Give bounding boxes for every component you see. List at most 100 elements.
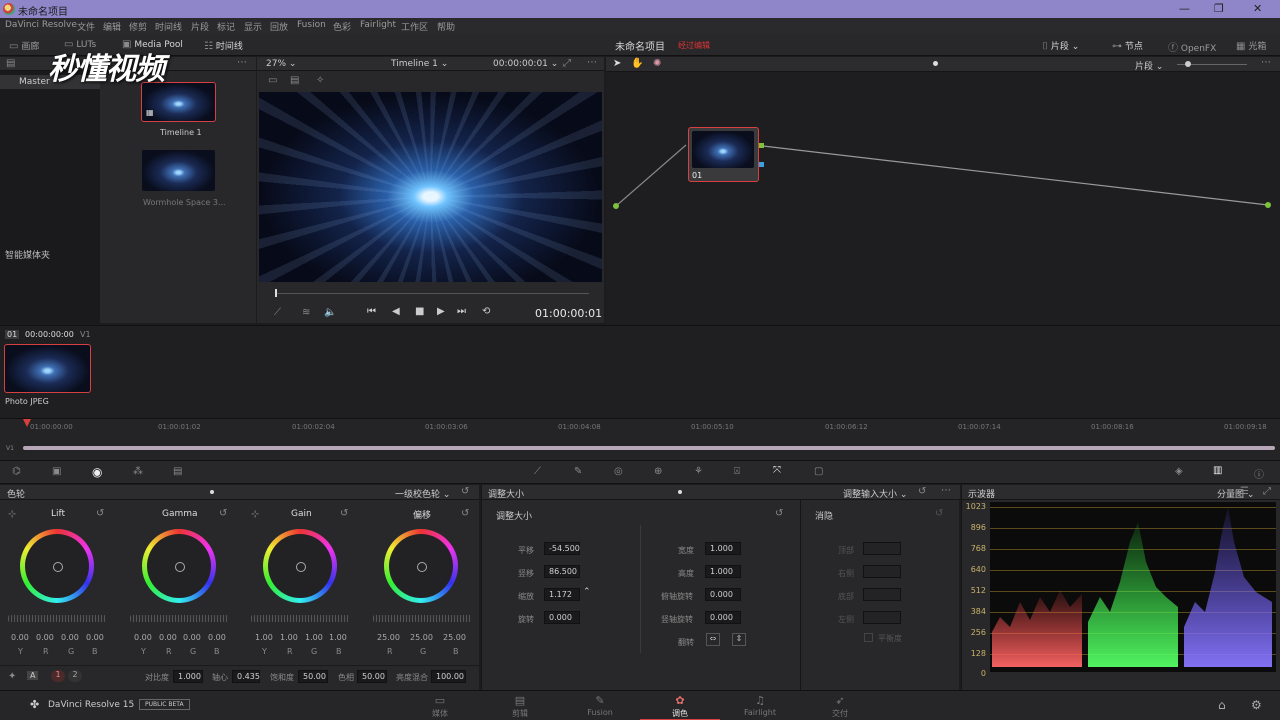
- yaw-field[interactable]: 0.000: [705, 611, 741, 624]
- settings-icon[interactable]: ⚙: [1251, 698, 1262, 712]
- page-2-button[interactable]: 2: [68, 670, 82, 682]
- curves-icon[interactable]: ⟋: [534, 466, 541, 477]
- flip-horizontal-icon[interactable]: ⇔: [706, 633, 720, 646]
- sizing-mode-dropdown[interactable]: 调整输入大小 ⌄: [843, 487, 907, 500]
- single-view-icon[interactable]: ▭: [268, 75, 277, 86]
- blank-top-field[interactable]: [863, 542, 901, 555]
- lift-picker-icon[interactable]: ⊹: [8, 509, 16, 520]
- sizing-section-reset-icon[interactable]: ↺: [775, 508, 783, 519]
- tracker-icon[interactable]: ⊕: [654, 466, 662, 477]
- scope-expand-icon[interactable]: ⤢: [1263, 486, 1271, 497]
- reset-wheels-icon[interactable]: ↺: [461, 486, 469, 497]
- window-icon[interactable]: ◎: [614, 466, 623, 477]
- viewer-scrubber[interactable]: [275, 293, 589, 294]
- zoom-dropdown[interactable]: 27% ⌄: [266, 59, 296, 69]
- rotate-field[interactable]: 0.000: [544, 611, 580, 624]
- lift-r-value[interactable]: 0.00: [36, 633, 54, 642]
- blank-balance-checkbox[interactable]: [864, 633, 873, 642]
- lift-master-slider[interactable]: [8, 615, 106, 622]
- contrast-field[interactable]: 1.000: [173, 670, 203, 683]
- offset-b-value[interactable]: 25.00: [443, 633, 466, 642]
- play-icon[interactable]: ▶: [437, 306, 445, 317]
- color-match-icon[interactable]: ▣: [52, 466, 61, 477]
- timeline-ruler[interactable]: 01:00:00:00 01:00:01:02 01:00:02:04 01:0…: [0, 419, 1280, 433]
- viewer-playhead[interactable]: [275, 289, 277, 297]
- scopes-icon[interactable]: ▥: [1213, 465, 1222, 476]
- lift-wheel[interactable]: [20, 529, 94, 603]
- clip-thumbnail-wormhole[interactable]: [142, 150, 215, 191]
- menu-color[interactable]: 色彩: [333, 20, 351, 33]
- effects-overlay-icon[interactable]: ✧: [316, 75, 324, 86]
- clip-mode-dropdown[interactable]: ⌷ 片段 ⌄: [1042, 39, 1079, 52]
- page-tab-fairlight[interactable]: ♫ Fairlight: [720, 691, 800, 720]
- pivot-field[interactable]: 0.435: [232, 670, 260, 683]
- pointer-tool-icon[interactable]: ➤: [613, 58, 621, 69]
- gain-b-value[interactable]: 1.00: [329, 633, 347, 642]
- home-icon[interactable]: ⌂: [1218, 698, 1226, 712]
- wheels-mode-dropdown[interactable]: 一级校色轮 ⌄: [395, 487, 450, 500]
- menu-clip[interactable]: 片段: [191, 20, 209, 33]
- clip-strip-thumbnail[interactable]: [4, 344, 91, 393]
- page-tab-fusion[interactable]: ✎ Fusion: [560, 691, 640, 720]
- more-options-icon[interactable]: ⋯: [237, 57, 247, 68]
- lift-y-value[interactable]: 0.00: [11, 633, 29, 642]
- viewer-image[interactable]: [259, 92, 602, 282]
- qualifier-icon[interactable]: ✎: [574, 466, 582, 477]
- offset-wheel[interactable]: [384, 529, 458, 603]
- offset-g-value[interactable]: 25.00: [410, 633, 433, 642]
- minimize-button[interactable]: —: [1179, 2, 1190, 15]
- sizing-page-dot[interactable]: [678, 490, 682, 494]
- auto-balance-icon[interactable]: ✦: [8, 671, 16, 682]
- lift-g-value[interactable]: 0.00: [61, 633, 79, 642]
- restore-button[interactable]: ❐: [1214, 2, 1224, 15]
- offset-reset-icon[interactable]: ↺: [461, 508, 469, 519]
- page-tab-color[interactable]: ✿ 调色: [640, 691, 720, 720]
- rgb-mixer-icon[interactable]: ⁂: [133, 466, 143, 477]
- gamma-y-value[interactable]: 0.00: [134, 633, 152, 642]
- keyframes-icon[interactable]: ◈: [1175, 466, 1183, 477]
- close-button[interactable]: ✕: [1253, 2, 1262, 15]
- gain-master-slider[interactable]: [251, 615, 349, 622]
- color-picker-icon[interactable]: ✺: [653, 58, 661, 69]
- gamma-wheel[interactable]: [142, 529, 216, 603]
- timecode-dropdown[interactable]: 00:00:00:01 ⌄: [493, 59, 558, 69]
- gain-y-value[interactable]: 1.00: [255, 633, 273, 642]
- lum-mix-field[interactable]: 100.00: [431, 670, 466, 683]
- node-zoom-handle[interactable]: [1185, 61, 1191, 67]
- timeline-button[interactable]: ☷ 时间线: [204, 39, 243, 52]
- fullscreen-icon[interactable]: ⤢: [563, 58, 571, 69]
- menu-fusion[interactable]: Fusion: [297, 20, 326, 30]
- offset-r-value[interactable]: 25.00: [377, 633, 400, 642]
- blur-icon[interactable]: ⚘: [694, 466, 703, 477]
- width-field[interactable]: 1.000: [705, 542, 741, 555]
- 3d-icon[interactable]: ▢: [814, 466, 823, 477]
- zoom-field[interactable]: 1.172: [544, 588, 580, 601]
- gamma-reset-icon[interactable]: ↺: [219, 508, 227, 519]
- play-reverse-icon[interactable]: ◀: [392, 306, 400, 317]
- loop-icon[interactable]: ⟲: [482, 306, 490, 317]
- blank-bottom-field[interactable]: [863, 588, 901, 601]
- stop-icon[interactable]: ■: [415, 306, 424, 317]
- menu-fairlight[interactable]: Fairlight: [360, 20, 396, 30]
- bin-list-icon[interactable]: ▤: [6, 58, 15, 69]
- height-field[interactable]: 1.000: [705, 565, 741, 578]
- gamma-b-value[interactable]: 0.00: [208, 633, 226, 642]
- offset-master-slider[interactable]: [373, 615, 471, 622]
- node-page-dot[interactable]: [933, 61, 938, 66]
- menu-file[interactable]: 文件: [77, 20, 95, 33]
- camera-raw-icon[interactable]: ⌬: [12, 466, 21, 477]
- page-tab-deliver[interactable]: ➶ 交付: [800, 691, 880, 720]
- wheels-page-dot[interactable]: [210, 490, 214, 494]
- sizing-reset-icon[interactable]: ↺: [918, 486, 926, 497]
- gain-wheel[interactable]: [263, 529, 337, 603]
- gain-g-value[interactable]: 1.00: [305, 633, 323, 642]
- gamma-r-value[interactable]: 0.00: [159, 633, 177, 642]
- sizing-icon[interactable]: ⤧: [773, 465, 781, 476]
- flip-vertical-icon[interactable]: ⇕: [732, 633, 746, 646]
- page-tab-media[interactable]: ▭ 媒体: [400, 691, 480, 720]
- auto-button-icon[interactable]: A: [27, 671, 39, 680]
- viewer-options-icon[interactable]: ⋯: [587, 57, 597, 68]
- color-node-01[interactable]: 01: [688, 127, 764, 182]
- nodes-button[interactable]: ⊶ 节点: [1112, 39, 1143, 52]
- scope-settings-icon[interactable]: ☰: [1240, 486, 1249, 497]
